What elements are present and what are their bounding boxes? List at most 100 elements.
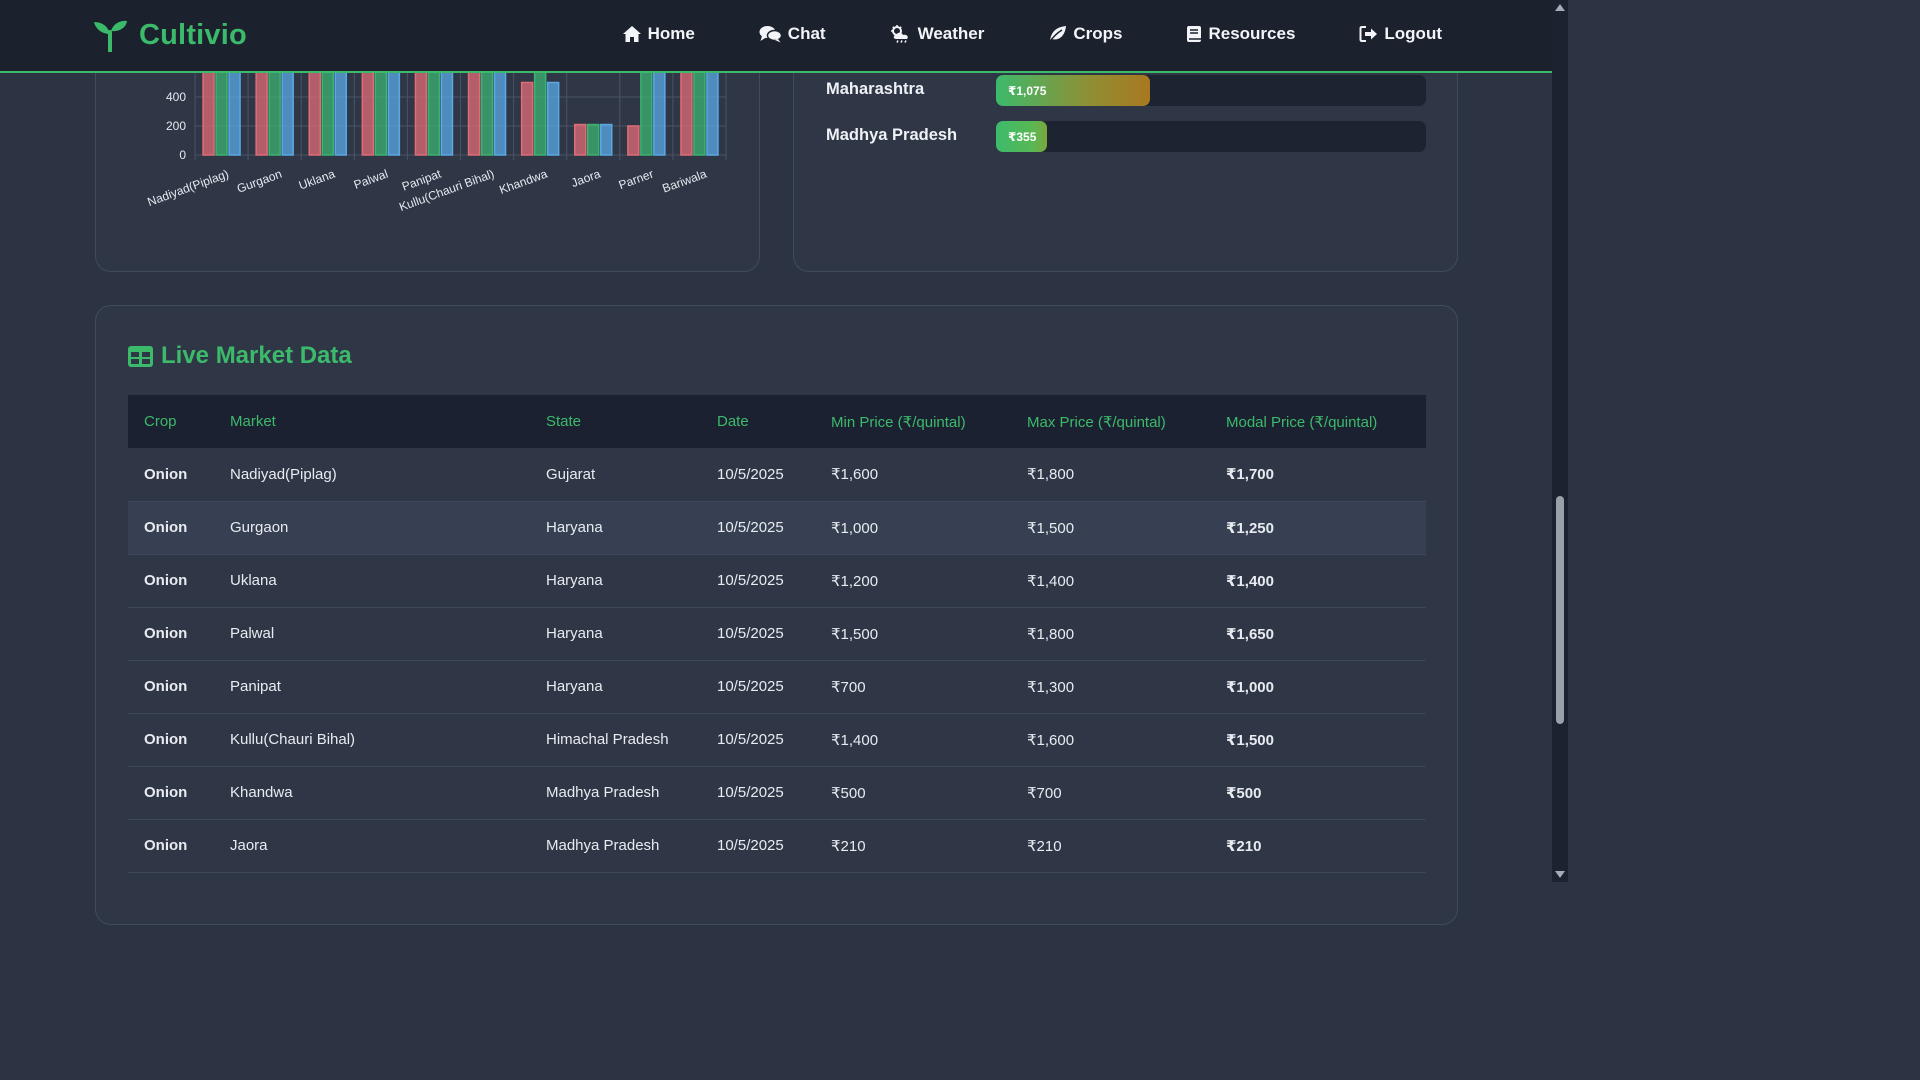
cell-date: 10/5/2025 <box>701 607 815 661</box>
cell-modal-price: ₹1,250 <box>1210 501 1426 555</box>
cell-crop: Onion <box>128 819 214 873</box>
state-bar-label: ₹1,075 <box>1008 83 1047 98</box>
cell-state: Madhya Pradesh <box>530 819 701 873</box>
table-row[interactable]: Onion Kullu(Chauri Bihal) Himachal Pradesh… <box>128 713 1426 767</box>
nav-chat-label: Chat <box>787 24 826 43</box>
cell-state: Madhya Pradesh <box>530 766 701 820</box>
y-tick-label: 200 <box>166 119 186 133</box>
chart-bar <box>627 125 640 156</box>
state-row-madhya-pradesh: Madhya Pradesh ₹355 <box>826 121 1426 153</box>
nav-crops[interactable]: Crops <box>1048 24 1122 44</box>
nav-home[interactable]: Home <box>622 24 695 44</box>
state-bar-fill: ₹355 <box>996 121 1047 152</box>
x-tick-label: Khandwa <box>497 167 549 197</box>
cell-modal-price: ₹210 <box>1210 819 1426 873</box>
cell-min-price: ₹700 <box>815 660 1011 714</box>
cell-min-price: ₹1,400 <box>815 713 1011 767</box>
cell-state: Himachal Pradesh <box>530 713 701 767</box>
cell-state: Haryana <box>530 660 701 714</box>
state-bar-track: ₹355 <box>996 121 1426 152</box>
scroll-down-arrow-icon[interactable] <box>1555 871 1565 878</box>
cell-state: Gujarat <box>530 448 701 502</box>
col-modal-price[interactable]: Modal Price (₹/quintal) <box>1210 395 1426 448</box>
cell-min-price: ₹210 <box>815 819 1011 873</box>
table-row[interactable]: Onion Khandwa Madhya Pradesh 10/5/2025 ₹500 ₹… <box>128 766 1426 820</box>
nav-weather[interactable]: Weather <box>890 24 984 44</box>
cell-date: 10/5/2025 <box>701 448 815 502</box>
cell-modal-price: ₹1,500 <box>1210 713 1426 767</box>
cell-max-price: ₹700 <box>1011 766 1210 820</box>
table-row[interactable]: Onion Jaora Madhya Pradesh 10/5/2025 ₹210 ₹21… <box>128 819 1426 873</box>
nav-links: Home Chat Weather Crops Resources Logout <box>622 24 1442 44</box>
nav-home-label: Home <box>647 24 695 43</box>
cell-date: 10/5/2025 <box>701 660 815 714</box>
cell-modal-price: ₹1,000 <box>1210 660 1426 714</box>
col-state[interactable]: State <box>530 395 701 448</box>
cell-max-price: ₹1,600 <box>1011 713 1210 767</box>
cell-modal-price: ₹1,400 <box>1210 554 1426 608</box>
cell-max-price: ₹1,800 <box>1011 607 1210 661</box>
state-bar-fill: ₹1,075 <box>996 75 1151 106</box>
table-icon <box>128 345 153 367</box>
nav-logout[interactable]: Logout <box>1359 24 1442 44</box>
table-row[interactable]: Onion Uklana Haryana 10/5/2025 ₹1,200 ₹1,400 ₹… <box>128 554 1426 608</box>
chart-bar <box>520 81 534 156</box>
chart-bar <box>587 123 600 156</box>
table-row[interactable]: Onion Panipat Haryana 10/5/2025 ₹700 ₹1,300 ₹1… <box>128 660 1426 714</box>
x-tick-label: Palwal <box>352 167 390 192</box>
y-tick-label: 400 <box>166 90 186 104</box>
cell-min-price: ₹1,600 <box>815 448 1011 502</box>
scrollbar-thumb[interactable] <box>1556 496 1564 724</box>
nav-crops-label: Crops <box>1073 24 1123 43</box>
cell-state: Haryana <box>530 501 701 555</box>
x-tick-label: Parner <box>617 167 656 192</box>
col-max-price[interactable]: Max Price (₹/quintal) <box>1011 395 1210 448</box>
table-header-row: Crop Market State Date Min Price (₹/quin… <box>128 395 1426 448</box>
nav-chat[interactable]: Chat <box>759 24 826 44</box>
cell-crop: Onion <box>128 448 214 502</box>
cell-max-price: ₹1,800 <box>1011 448 1210 502</box>
brand-logo[interactable]: Cultivio <box>93 19 247 52</box>
nav-resources[interactable]: Resources <box>1186 24 1295 44</box>
page-scrollbar[interactable] <box>1552 0 1568 882</box>
cell-max-price: ₹1,500 <box>1011 501 1210 555</box>
scroll-up-arrow-icon[interactable] <box>1555 4 1565 11</box>
top-navbar: Cultivio Home Chat Weather Crops Resourc… <box>0 0 1552 73</box>
state-name: Madhya Pradesh <box>826 126 958 144</box>
col-min-price[interactable]: Min Price (₹/quintal) <box>815 395 1011 448</box>
cell-max-price: ₹210 <box>1011 819 1210 873</box>
cell-state: Haryana <box>530 607 701 661</box>
brand-name: Cultivio <box>139 19 247 51</box>
cell-state: Haryana <box>530 554 701 608</box>
cell-date: 10/5/2025 <box>701 713 815 767</box>
col-date[interactable]: Date <box>701 395 815 448</box>
cell-market: Jaora <box>214 819 530 873</box>
chart-bar <box>600 123 613 156</box>
cell-market: Kullu(Chauri Bihal) <box>214 713 530 767</box>
col-market[interactable]: Market <box>214 395 530 448</box>
state-bar-track: ₹1,075 <box>996 75 1426 106</box>
cell-crop: Onion <box>128 660 214 714</box>
col-crop[interactable]: Crop <box>128 395 214 448</box>
state-row-maharashtra: Maharashtra ₹1,075 <box>826 75 1426 107</box>
cell-crop: Onion <box>128 607 214 661</box>
table-row[interactable]: Onion Palwal Haryana 10/5/2025 ₹1,500 ₹1,800 ₹… <box>128 607 1426 661</box>
x-tick-label: Jaora <box>569 167 602 191</box>
home-icon <box>622 26 641 42</box>
cell-date: 10/5/2025 <box>701 819 815 873</box>
x-tick-label: Bariwala <box>660 167 708 196</box>
cell-max-price: ₹1,400 <box>1011 554 1210 608</box>
cell-modal-price: ₹1,650 <box>1210 607 1426 661</box>
cell-min-price: ₹1,000 <box>815 501 1011 555</box>
cell-market: Nadiyad(Piplag) <box>214 448 530 502</box>
table-body: Onion Nadiyad(Piplag) Gujarat 10/5/2025 ₹1,6… <box>128 448 1426 873</box>
cell-market: Uklana <box>214 554 530 608</box>
cell-modal-price: ₹1,700 <box>1210 448 1426 502</box>
table-row[interactable]: Onion Gurgaon Haryana 10/5/2025 ₹1,000 ₹1,500… <box>128 501 1426 555</box>
cell-min-price: ₹1,200 <box>815 554 1011 608</box>
cell-crop: Onion <box>128 501 214 555</box>
logout-icon <box>1359 26 1378 42</box>
section-title-text: Live Market Data <box>161 342 352 369</box>
state-bar-label: ₹355 <box>1008 129 1037 144</box>
table-row[interactable]: Onion Nadiyad(Piplag) Gujarat 10/5/2025 ₹1,6… <box>128 448 1426 502</box>
